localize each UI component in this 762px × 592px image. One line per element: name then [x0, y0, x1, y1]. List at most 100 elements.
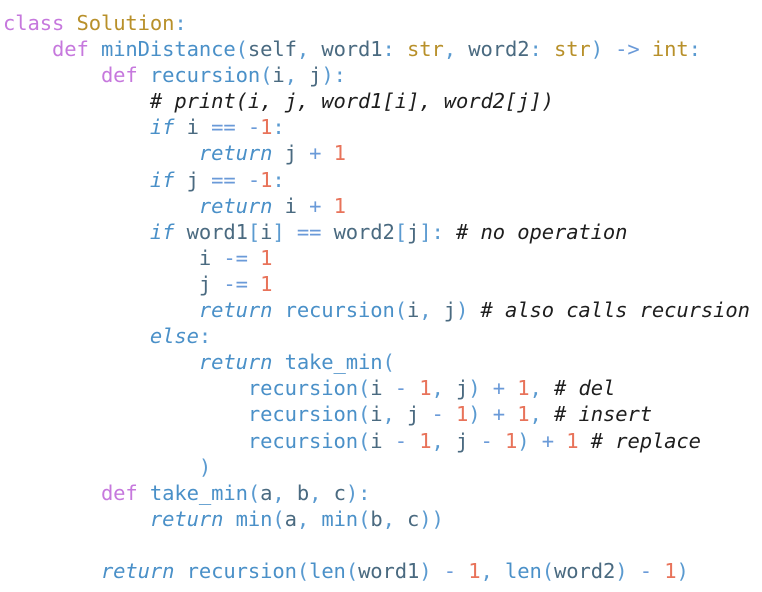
code-line[interactable]: return j + 1	[3, 140, 750, 166]
code-line[interactable]: return i + 1	[3, 193, 750, 219]
code-token: (	[345, 558, 359, 583]
code-line[interactable]: else:	[3, 323, 750, 349]
code-token: i	[370, 428, 395, 453]
code-token: i	[370, 376, 395, 401]
code-token: +	[492, 376, 505, 401]
code-token: else	[149, 324, 199, 349]
code-token: ,	[480, 558, 506, 583]
code-token: )	[468, 376, 481, 401]
code-line[interactable]: return recursion(i, j) # also calls recu…	[3, 297, 750, 323]
code-token: -=	[223, 271, 248, 296]
code-line[interactable]: i -= 1	[3, 245, 750, 271]
code-token: b	[296, 480, 310, 505]
code-token: def	[100, 480, 138, 505]
code-token: :	[198, 324, 212, 349]
code-line[interactable]: return min(a, min(b, c))	[3, 506, 750, 532]
code-token: j	[456, 428, 481, 453]
code-token: word2	[321, 219, 395, 244]
code-token: ))	[419, 506, 444, 531]
code-token: ,	[272, 480, 297, 505]
code-line[interactable]: return take_min(	[3, 349, 750, 375]
code-token: # print(i, j, word1[i], word2[j])	[149, 89, 554, 114]
code-token: ,	[296, 506, 322, 531]
code-token: 1	[333, 193, 346, 218]
code-token: a	[284, 506, 297, 531]
code-token: -	[394, 376, 408, 401]
code-token: word1	[174, 219, 248, 244]
code-token: i	[370, 402, 383, 427]
code-token: recursion	[284, 298, 395, 323]
code-token: word1	[358, 558, 420, 583]
code-line[interactable]: # print(i, j, word1[i], word2[j])	[3, 88, 750, 114]
code-line[interactable]	[3, 532, 750, 558]
code-token: i	[260, 219, 273, 244]
code-token: j	[443, 298, 456, 323]
code-token: return	[149, 506, 224, 531]
code-token: )	[456, 298, 469, 323]
code-token: c	[407, 506, 420, 531]
code-token: 1	[260, 245, 273, 270]
code-token: -	[639, 558, 652, 583]
code-token: (	[382, 350, 395, 375]
code-token: )	[590, 37, 616, 62]
code-line[interactable]: if j == -1:	[3, 167, 750, 193]
code-token: i	[272, 63, 285, 88]
code-token: 1	[260, 271, 273, 296]
code-line[interactable]: if i == -1:	[3, 114, 750, 140]
code-token: minDistance	[100, 37, 236, 62]
code-token: recursion	[247, 428, 359, 453]
code-line[interactable]: return recursion(len(word1) - 1, len(wor…	[3, 558, 750, 584]
code-token: return	[198, 141, 273, 166]
code-line[interactable]: recursion(i, j - 1) + 1, # insert	[3, 401, 750, 427]
code-token: 1	[664, 558, 677, 583]
code-token: # insert	[554, 402, 652, 427]
code-line[interactable]: recursion(i - 1, j) + 1, # del	[3, 375, 750, 401]
code-line[interactable]: class Solution:	[3, 10, 750, 36]
code-line[interactable]: def minDistance(self, word1: str, word2:…	[3, 36, 750, 62]
code-token: b	[370, 506, 383, 531]
code-line[interactable]: j -= 1	[3, 271, 750, 297]
code-token: 1	[517, 376, 530, 401]
code-token: return	[198, 298, 273, 323]
code-token: if	[149, 219, 175, 244]
code-line[interactable]: if word1[i] == word2[j]: # no operation	[3, 219, 750, 245]
code-line[interactable]: recursion(i - 1, j - 1) + 1 # replace	[3, 428, 750, 454]
code-line[interactable]: )	[3, 454, 750, 480]
code-token: :	[382, 37, 408, 62]
code-token: ]	[272, 219, 285, 244]
code-token: ==	[211, 115, 236, 140]
code-editor[interactable]: class Solution: def minDistance(self, wo…	[3, 10, 750, 584]
code-token: Solution	[76, 11, 175, 35]
code-token: )	[615, 558, 628, 583]
code-token: # also calls recursion	[480, 298, 750, 323]
code-line[interactable]: def recursion(i, j):	[3, 62, 750, 88]
code-token: return	[100, 558, 175, 583]
code-token: 1	[260, 115, 273, 140]
code-token: def	[100, 63, 138, 88]
code-line[interactable]: def take_min(a, b, c):	[3, 480, 750, 506]
code-token: )	[198, 454, 212, 479]
